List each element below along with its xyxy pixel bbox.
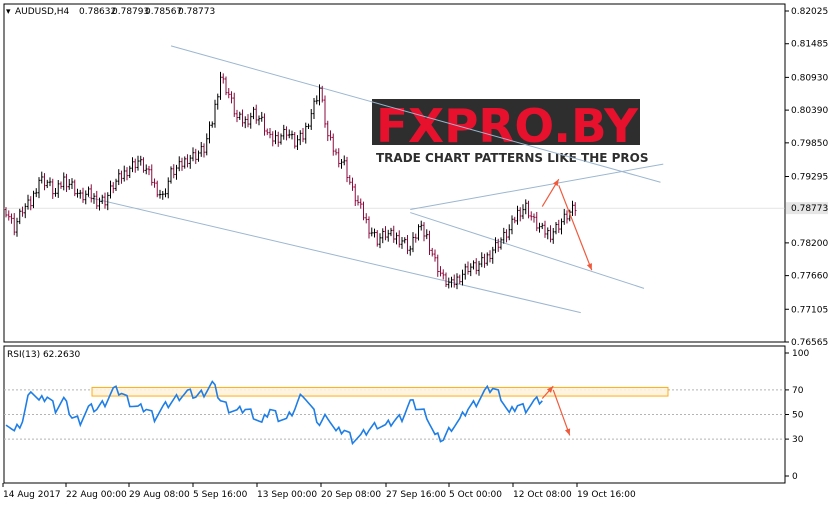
time-axis-label: 29 Aug 08:00: [129, 490, 190, 500]
time-axis-label: 20 Sep 08:00: [321, 490, 381, 500]
rsi-axis-label: 100: [792, 349, 809, 359]
watermark-brand: FXPRO.BY: [376, 99, 639, 153]
symbol-dropdown-icon[interactable]: ▾: [6, 7, 11, 17]
rsi-axis-label: 0: [792, 472, 798, 482]
channel-line: [88, 196, 581, 314]
time-axis-label: 5 Sep 16:00: [193, 490, 248, 500]
price-axis-label: 0.80390: [791, 106, 828, 116]
price-axis-label: 0.80930: [791, 73, 828, 83]
rsi-axis-label: 70: [792, 386, 804, 396]
forecast-arrow-head: [586, 263, 592, 271]
ohlc-open: 0.78632: [79, 7, 116, 17]
time-axis-label: 12 Oct 08:00: [513, 490, 572, 500]
time-axis-label: 14 Aug 2017: [3, 490, 61, 500]
watermark: FXPRO.BY TRADE CHART PATTERNS LIKE THE P…: [372, 99, 649, 165]
channel-line: [410, 163, 664, 211]
ohlc-low: 0.78567: [145, 7, 182, 17]
ohlc-high: 0.78793: [112, 7, 149, 17]
price-axis-label: 0.77105: [791, 305, 828, 315]
price-axis-label: 0.78200: [791, 239, 828, 249]
price-axis-label: 0.82025: [791, 7, 828, 17]
price-axis-label: 0.77660: [791, 272, 828, 282]
price-layer: [4, 45, 785, 314]
rsi-axis-label: 50: [792, 411, 804, 421]
time-axis-label: 5 Oct 00:00: [449, 490, 502, 500]
rsi-header: RSI(13) 62.2630: [7, 350, 80, 360]
time-axis-label: 19 Oct 16:00: [577, 490, 636, 500]
price-axis-label: 0.79295: [791, 173, 828, 183]
rsi-axis-label: 30: [792, 435, 804, 445]
time-axis-label: 22 Aug 00:00: [66, 490, 127, 500]
price-axis-label: 0.79850: [791, 139, 828, 149]
rsi-forecast-arrow: [552, 389, 571, 436]
rsi-highlight-zone: [91, 386, 669, 397]
chart-canvas: FXPRO.BY TRADE CHART PATTERNS LIKE THE P…: [2, 3, 828, 500]
forecast-arrow: [558, 185, 593, 271]
time-axis-label: 27 Sep 16:00: [386, 490, 446, 500]
price-axis-label: 0.81485: [791, 40, 828, 50]
watermark-tagline: TRADE CHART PATTERNS LIKE THE PROS: [376, 151, 649, 165]
symbol-label: AUDUSD,H4: [15, 7, 70, 17]
price-axis-label: 0.76565: [791, 338, 828, 348]
ohlc-close: 0.78773: [178, 7, 215, 17]
rsi-forecast-arrow-head: [564, 428, 571, 436]
forecast-arrow-head: [553, 179, 559, 187]
axis-layer: 0.82025 0.81485 0.80930 0.80390 0.79850 0.792…: [2, 7, 828, 500]
time-axis-label: 13 Sep 00:00: [257, 490, 317, 500]
current-price-label: 0.78773: [791, 204, 828, 214]
rsi-layer: [4, 380, 785, 446]
channel-line: [410, 212, 645, 289]
